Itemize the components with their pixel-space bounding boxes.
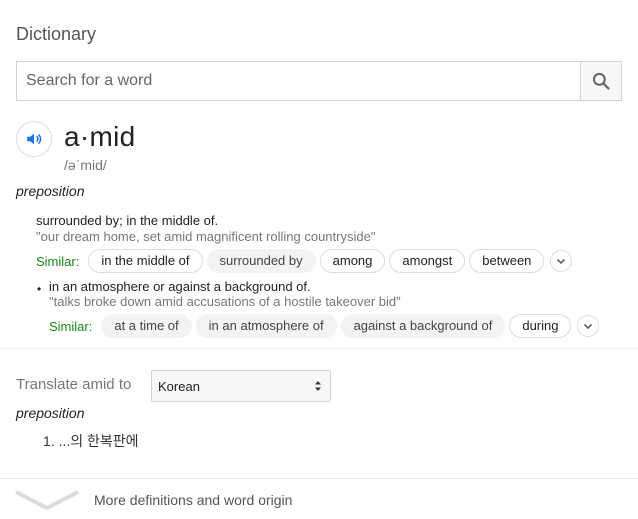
chevron-down-icon	[557, 258, 566, 265]
similar-label: Similar:	[36, 253, 80, 269]
similar-chip[interactable]: in an atmosphere of	[195, 314, 337, 338]
language-value: Korean	[158, 378, 200, 394]
expand-similar-button[interactable]	[550, 250, 573, 272]
section-divider	[0, 348, 638, 349]
similar-chip[interactable]: surrounded by	[206, 249, 316, 273]
search-button[interactable]	[580, 62, 621, 100]
similar-chip[interactable]: between	[469, 249, 545, 273]
example-1: "our dream home, set amid magnificent ro…	[36, 229, 376, 244]
pronunciation-button[interactable]	[16, 121, 52, 157]
page-title: Dictionary	[16, 24, 97, 44]
translation-item: 1. ...의 한복판에	[43, 433, 139, 449]
similar-chip[interactable]: at a time of	[101, 314, 192, 338]
similar-chip[interactable]: against a background of	[340, 314, 506, 338]
footer-divider	[0, 478, 638, 479]
part-of-speech: preposition	[16, 183, 85, 199]
expand-similar-button[interactable]	[577, 315, 600, 337]
more-definitions-label: More definitions and word origin	[94, 492, 293, 508]
similar-chip[interactable]: amongst	[389, 249, 466, 273]
translation-part-of-speech: preposition	[16, 405, 85, 421]
select-arrows-icon	[315, 381, 321, 391]
similar-row-1: Similar: in the middle of surrounded by …	[36, 248, 573, 274]
more-definitions-link[interactable]: More definitions and word origin	[0, 480, 638, 519]
search-icon	[592, 72, 610, 90]
example-2: "talks broke down amid accusations of a …	[49, 294, 401, 309]
search-input[interactable]	[17, 62, 580, 100]
similar-chip[interactable]: in the middle of	[88, 249, 203, 273]
definition-1: surrounded by; in the middle of.	[36, 213, 219, 228]
language-select[interactable]: Korean	[151, 370, 331, 402]
translate-label: Translate amid to	[16, 376, 132, 393]
phonetic-spelling: /əˈmid/	[64, 157, 107, 173]
similar-row-2: Similar: at a time of in an atmosphere o…	[49, 313, 600, 339]
chevron-down-icon	[584, 323, 593, 330]
headword: a·mid	[64, 121, 136, 152]
similar-chip[interactable]: among	[319, 249, 386, 273]
similar-label: Similar:	[49, 318, 93, 334]
similar-chip[interactable]: during	[509, 314, 572, 338]
chevron-down-icon	[15, 490, 79, 510]
search-box	[16, 61, 622, 101]
speaker-icon	[27, 133, 42, 145]
sense-bullet: •	[37, 282, 42, 296]
definition-2: in an atmosphere or against a background…	[49, 279, 311, 294]
